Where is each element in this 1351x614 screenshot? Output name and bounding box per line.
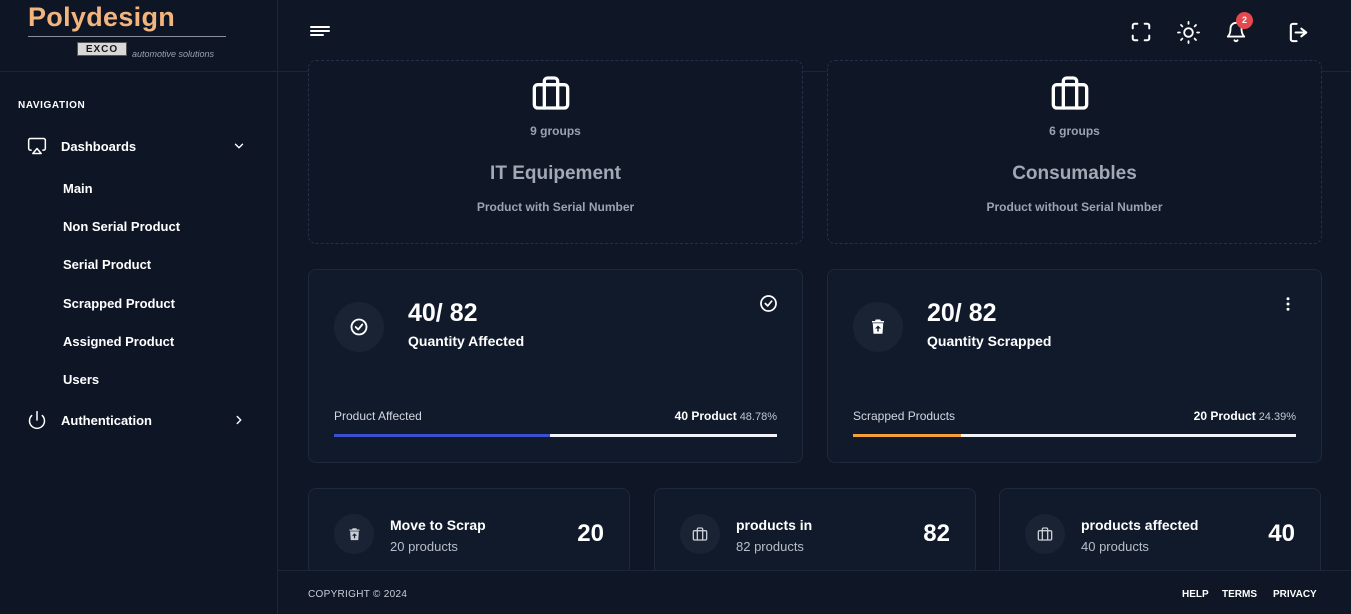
progress-fill bbox=[853, 434, 962, 437]
group-count: 6 groups bbox=[1049, 124, 1100, 138]
category-subtitle: Product without Serial Number bbox=[986, 200, 1163, 214]
progress-label: Scrapped Products bbox=[853, 409, 956, 423]
sidebar-item-authentication[interactable]: Authentication bbox=[0, 405, 277, 435]
mini-subtitle: 82 products bbox=[736, 539, 804, 554]
footer: COPYRIGHT © 2024 HELP TERMS PRIVACY bbox=[278, 570, 1351, 614]
icon-circle bbox=[334, 302, 384, 352]
sidebar-item-label: Dashboards bbox=[61, 138, 137, 154]
copyright: COPYRIGHT © 2024 bbox=[308, 589, 408, 600]
sidebar-item-dashboards[interactable]: Dashboards bbox=[0, 131, 277, 161]
sidebar-subitem-assigned-product[interactable]: Assigned Product bbox=[63, 334, 174, 349]
stat-value: 40/ 82 bbox=[408, 299, 478, 327]
logout-icon[interactable] bbox=[1287, 21, 1310, 44]
check-circle-icon bbox=[350, 318, 368, 336]
nav-section-title: NAVIGATION bbox=[18, 100, 86, 111]
exco-logo: EXCO bbox=[77, 42, 127, 56]
progress-value: 40 Product 48.78% bbox=[675, 409, 777, 423]
briefcase-icon bbox=[692, 527, 708, 541]
group-count: 9 groups bbox=[530, 124, 581, 138]
stat-card-quantity-scrapped: 20/ 82 Quantity Scrapped Scrapped Produc… bbox=[827, 269, 1322, 463]
progress-label: Product Affected bbox=[334, 409, 422, 423]
chevron-right-icon bbox=[236, 415, 242, 425]
progress-value: 20 Product 24.39% bbox=[1194, 409, 1296, 423]
trash-restore-icon bbox=[872, 319, 884, 334]
chevron-down-icon bbox=[234, 143, 244, 149]
progress-fill bbox=[334, 434, 551, 437]
category-title: Consumables bbox=[1012, 163, 1137, 184]
category-card-consumables[interactable]: 6 groups Consumables Product without Ser… bbox=[827, 60, 1322, 244]
mini-subtitle: 20 products bbox=[390, 539, 458, 554]
logo-divider bbox=[28, 36, 226, 37]
monitor-icon bbox=[27, 137, 47, 155]
mini-title: Move to Scrap bbox=[390, 517, 486, 533]
category-title: IT Equipement bbox=[490, 163, 621, 184]
sidebar-subitem-users[interactable]: Users bbox=[63, 372, 99, 387]
category-card-it-equipment[interactable]: 9 groups IT Equipement Product with Seri… bbox=[308, 60, 803, 244]
more-vertical-icon[interactable] bbox=[1279, 295, 1297, 313]
progress-percent: 24.39% bbox=[1258, 411, 1296, 423]
progress-bar bbox=[853, 434, 1296, 437]
notification-badge: 2 bbox=[1236, 12, 1253, 29]
fullscreen-icon[interactable] bbox=[1130, 21, 1152, 43]
mini-subtitle: 40 products bbox=[1081, 539, 1149, 554]
brand-tagline: automotive solutions bbox=[132, 49, 215, 59]
icon-circle bbox=[853, 302, 903, 352]
progress-count: 40 Product bbox=[674, 409, 737, 423]
sidebar-subitem-non-serial-product[interactable]: Non Serial Product bbox=[63, 219, 180, 234]
sidebar-subitem-scrapped-product[interactable]: Scrapped Product bbox=[63, 296, 175, 311]
stat-label: Quantity Scrapped bbox=[927, 333, 1052, 349]
footer-link-terms[interactable]: TERMS bbox=[1222, 589, 1257, 600]
mini-value: 40 bbox=[1268, 520, 1295, 547]
progress-bar bbox=[334, 434, 777, 437]
power-icon bbox=[28, 410, 46, 430]
sidebar-subitem-serial-product[interactable]: Serial Product bbox=[63, 257, 151, 272]
brand-name: Polydesign bbox=[28, 2, 176, 32]
progress-percent: 48.78% bbox=[739, 411, 777, 423]
briefcase-icon bbox=[532, 76, 570, 110]
trash-restore-icon bbox=[349, 527, 359, 540]
stat-label: Quantity Affected bbox=[408, 333, 525, 349]
icon-circle bbox=[680, 514, 720, 554]
footer-link-privacy[interactable]: PRIVACY bbox=[1273, 589, 1317, 600]
sun-icon[interactable] bbox=[1177, 21, 1200, 44]
category-subtitle: Product with Serial Number bbox=[476, 200, 635, 214]
mini-value: 82 bbox=[923, 520, 950, 547]
stat-card-quantity-affected: 40/ 82 Quantity Affected Product Affecte… bbox=[308, 269, 803, 463]
briefcase-icon bbox=[1037, 527, 1053, 541]
logo[interactable]: Polydesign EXCO automotive solutions bbox=[0, 0, 277, 72]
footer-link-help[interactable]: HELP bbox=[1182, 589, 1209, 600]
briefcase-icon bbox=[1051, 76, 1089, 110]
sidebar: Polydesign EXCO automotive solutions NAV… bbox=[0, 0, 278, 614]
icon-circle bbox=[1025, 514, 1065, 554]
check-circle-icon[interactable] bbox=[759, 294, 778, 313]
mini-value: 20 bbox=[577, 520, 604, 547]
stat-value: 20/ 82 bbox=[927, 299, 997, 327]
progress-count: 20 Product bbox=[1193, 409, 1256, 423]
icon-circle bbox=[334, 514, 374, 554]
mini-title: products affected bbox=[1081, 517, 1199, 533]
mini-title: products in bbox=[736, 517, 813, 533]
menu-toggle-icon[interactable] bbox=[308, 20, 332, 44]
sidebar-item-label: Authentication bbox=[61, 412, 152, 428]
sidebar-subitem-main[interactable]: Main bbox=[63, 181, 93, 196]
